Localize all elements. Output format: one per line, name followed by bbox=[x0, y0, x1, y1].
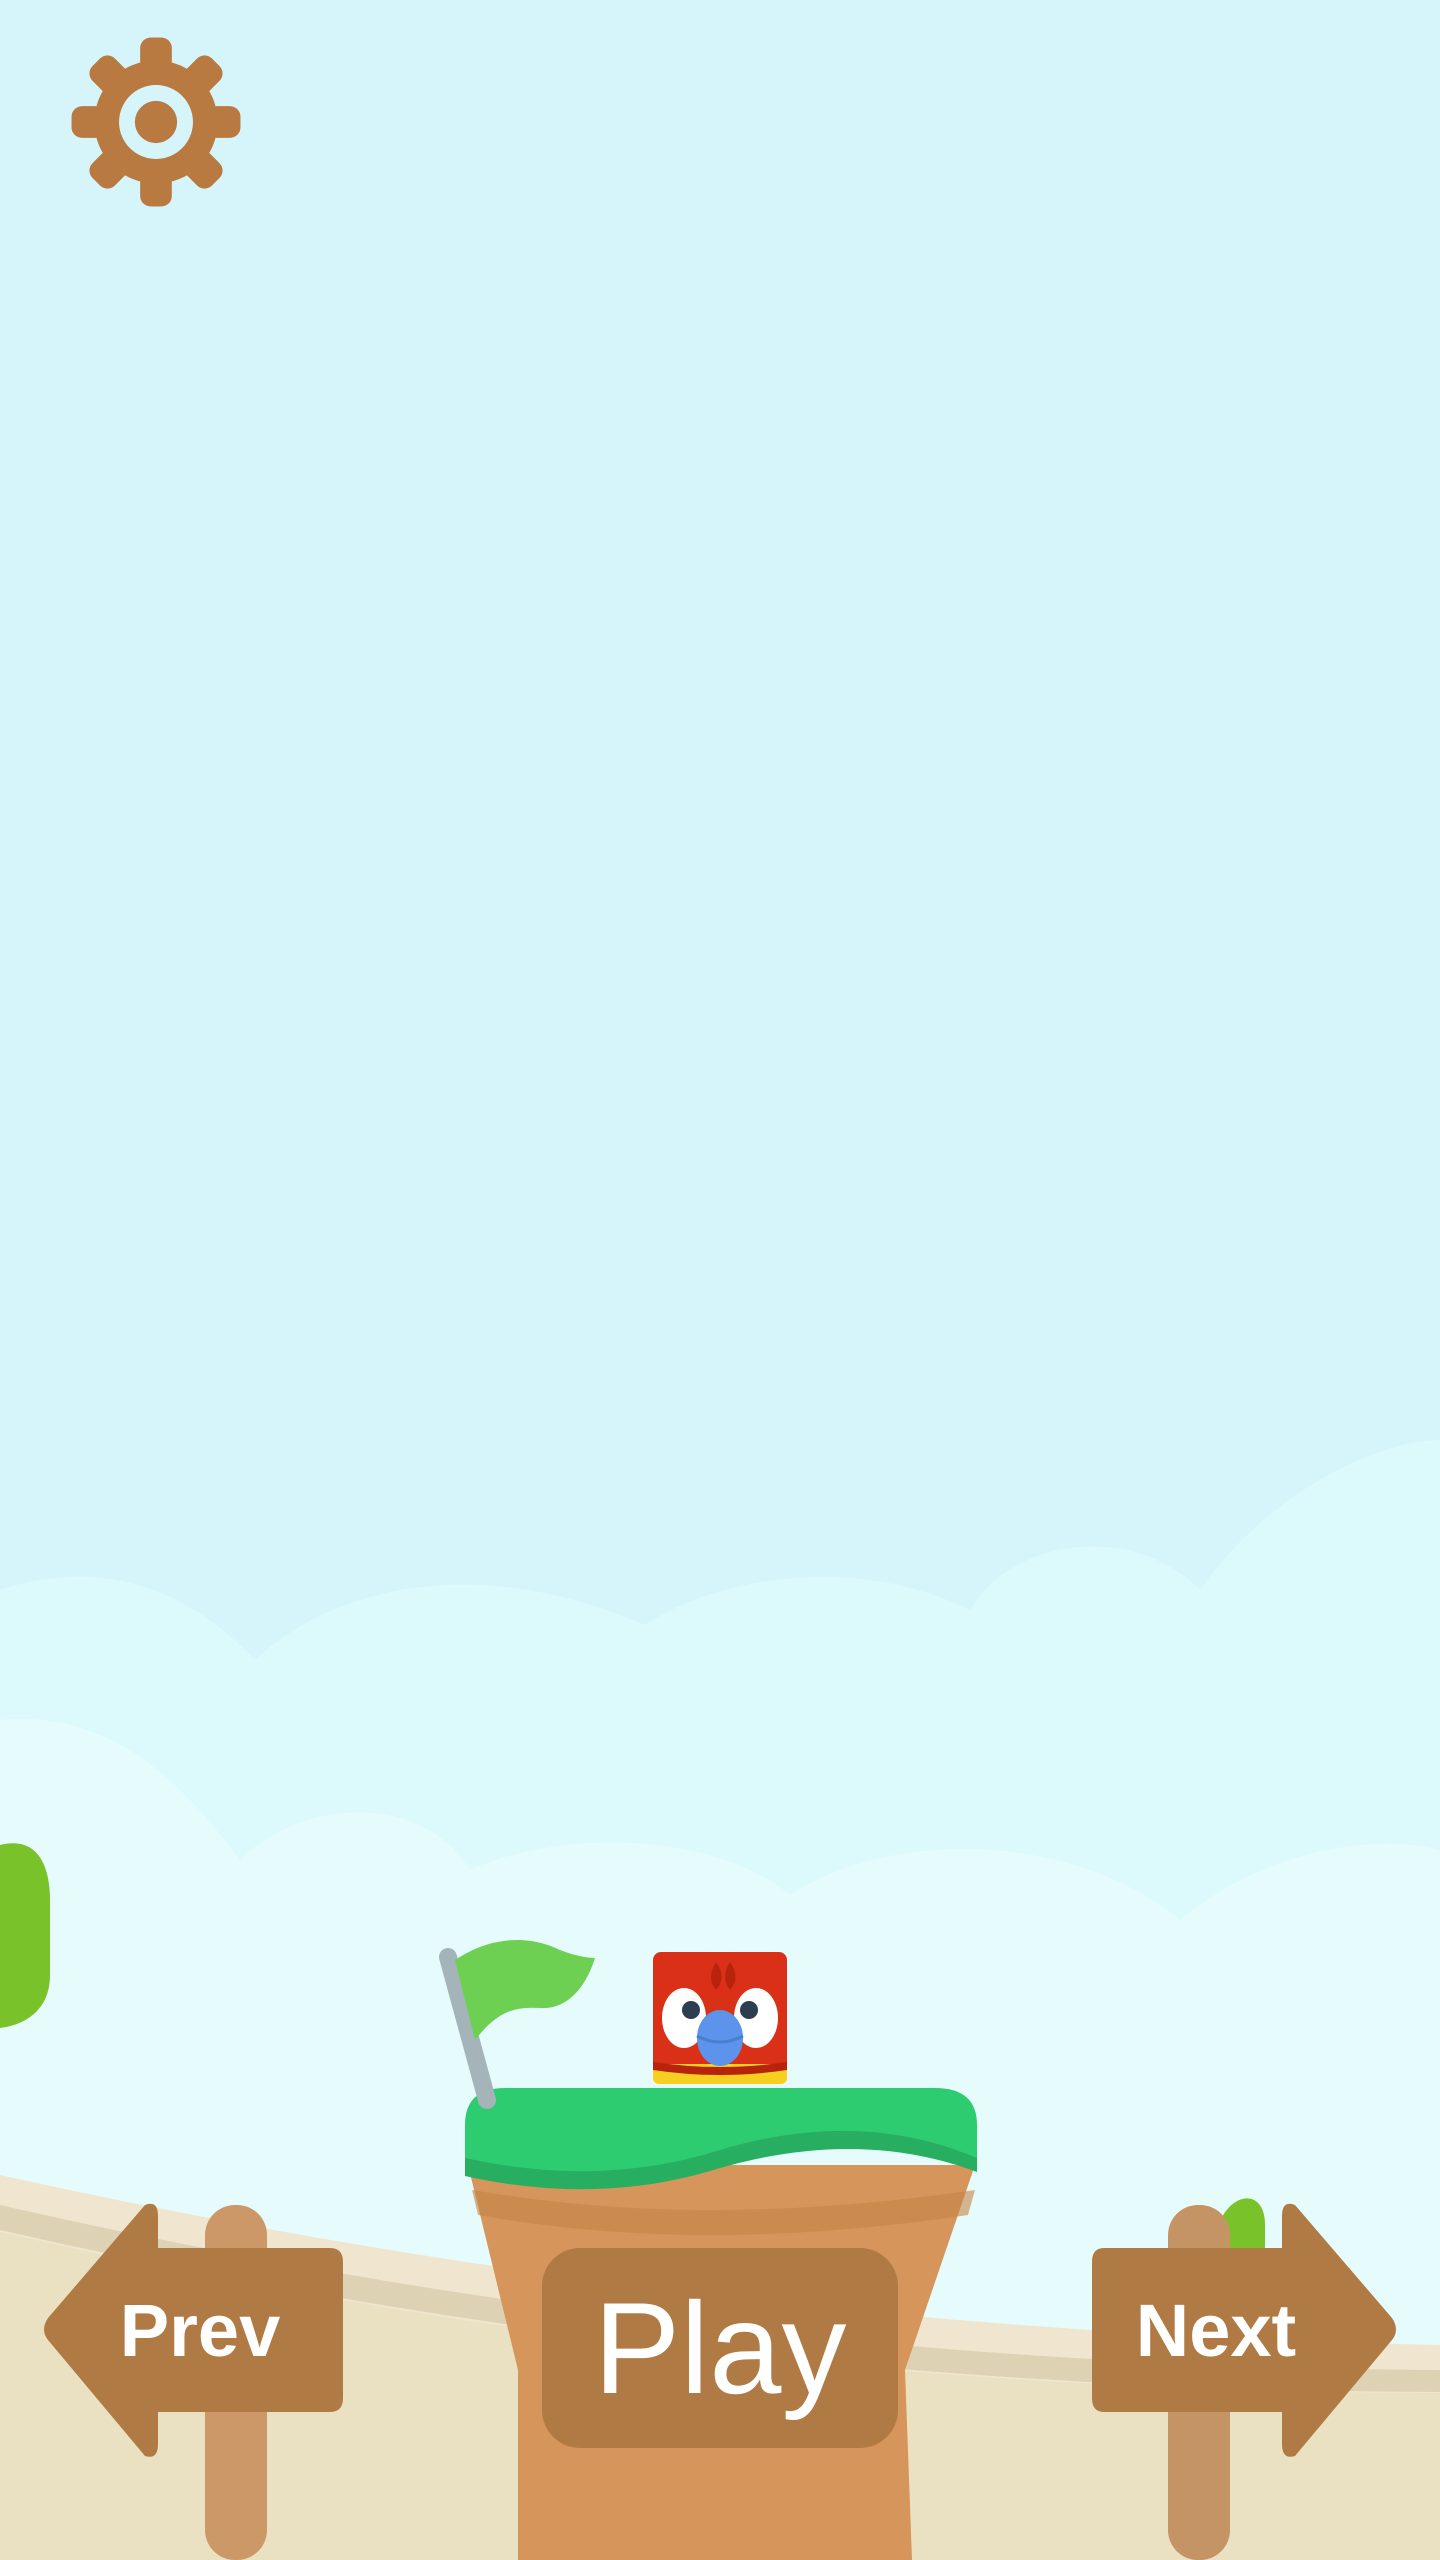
next-level-button[interactable] bbox=[1090, 2200, 1395, 2460]
game-screen: Prev Next Play bbox=[0, 0, 1440, 2560]
gear-icon bbox=[71, 37, 241, 207]
bush-left bbox=[0, 1843, 50, 2028]
settings-button[interactable] bbox=[68, 34, 244, 210]
play-button-label: Play bbox=[593, 2275, 847, 2421]
play-button[interactable]: Play bbox=[542, 2248, 898, 2448]
prev-level-button[interactable] bbox=[40, 2200, 345, 2460]
player-character bbox=[653, 1952, 787, 2084]
background-scene bbox=[0, 0, 1440, 2560]
